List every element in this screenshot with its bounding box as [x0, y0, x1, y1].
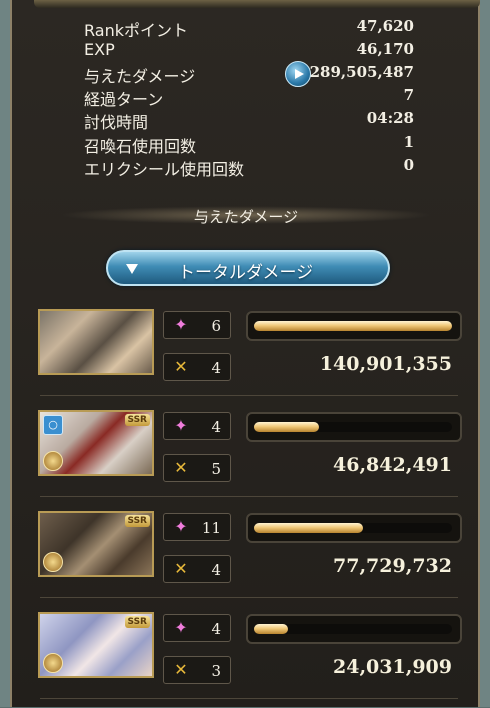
stat-value: 1 [403, 133, 414, 151]
row-divider [40, 395, 458, 396]
stat-value: 46,170 [356, 40, 414, 58]
character-row: ○ SSR ✦ 4 ✕ 5 46,842,491 [36, 410, 466, 506]
attack-count-box: ✕ 4 [163, 555, 231, 583]
attack-count-box: ✕ 5 [163, 454, 231, 482]
damage-bar [246, 614, 462, 644]
attack-count-box: ✕ 4 [163, 353, 231, 381]
damage-bar-fill [254, 321, 452, 331]
sparkle-icon: ✦ [174, 315, 188, 334]
skill-count-box: ✦ 4 [163, 614, 231, 642]
damage-value: 140,901,355 [319, 353, 452, 375]
section-header: 与えたダメージ [60, 206, 432, 226]
stat-exp: EXP 46,170 [84, 40, 414, 62]
sparkle-icon: ✦ [174, 517, 188, 536]
stat-damage-dealt: 与えたダメージ 289,505,487 [84, 63, 414, 86]
stat-label: エリクシール使用回数 [84, 160, 245, 179]
ssr-badge: SSR [124, 515, 150, 527]
ssr-badge: SSR [124, 616, 150, 628]
crossed-swords-icon: ✕ [174, 458, 188, 477]
stat-rank-points: Rankポイント 47,620 [84, 17, 414, 40]
sparkle-icon: ✦ [174, 416, 188, 435]
stat-label: 与えたダメージ [84, 67, 196, 86]
skill-count: 4 [211, 418, 221, 436]
stat-label: 討伐時間 [84, 113, 149, 132]
stat-label: 召喚石使用回数 [84, 137, 197, 156]
attack-count-box: ✕ 3 [163, 656, 231, 684]
damage-value: 46,842,491 [333, 454, 452, 476]
attack-count: 5 [211, 460, 221, 478]
character-portrait[interactable]: ○ SSR [38, 410, 154, 476]
element-icon [43, 653, 63, 673]
character-row: SSR ✦ 4 ✕ 3 24,031,909 [36, 612, 466, 708]
damage-value: 24,031,909 [333, 656, 452, 678]
stat-value: 47,620 [356, 17, 414, 35]
attack-count: 3 [211, 662, 221, 680]
row-divider [40, 597, 458, 598]
attack-count: 4 [211, 359, 221, 377]
element-icon [43, 451, 63, 471]
stat-label: 経過ターン [84, 90, 164, 109]
stat-time: 討伐時間 04:28 [84, 109, 414, 132]
row-divider [40, 496, 458, 497]
stat-label: Rankポイント [84, 21, 188, 40]
damage-bar-fill [254, 523, 363, 533]
total-damage-dropdown[interactable]: トータルダメージ [106, 250, 390, 286]
ssr-badge: SSR [124, 414, 150, 426]
skill-count: 6 [211, 317, 221, 335]
sparkle-icon: ✦ [174, 618, 188, 637]
ring-badge-icon: ○ [43, 415, 63, 435]
skill-count-box: ✦ 4 [163, 412, 231, 440]
element-icon [43, 552, 63, 572]
damage-bar [246, 412, 462, 442]
character-portrait[interactable]: SSR [38, 612, 154, 678]
character-row: SSR ✦ 11 ✕ 4 77,729,732 [36, 511, 466, 607]
skill-count-box: ✦ 11 [163, 513, 231, 541]
stat-summon-uses: 召喚石使用回数 1 [84, 133, 414, 156]
section-title: 与えたダメージ [193, 208, 299, 226]
stat-turns: 経過ターン 7 [84, 86, 414, 109]
damage-bar-fill [254, 624, 288, 634]
stat-value: 289,505,487 [309, 63, 414, 81]
damage-bar [246, 311, 462, 341]
damage-detail-play-icon[interactable] [285, 61, 311, 87]
character-portrait[interactable] [38, 309, 154, 375]
stat-value: 7 [403, 86, 414, 104]
crossed-swords-icon: ✕ [174, 660, 188, 679]
stat-elixir-uses: エリクシール使用回数 0 [84, 156, 414, 179]
stat-value: 0 [403, 156, 414, 174]
damage-value: 77,729,732 [333, 555, 452, 577]
stat-label: EXP [84, 40, 115, 59]
crossed-swords-icon: ✕ [174, 559, 188, 578]
skill-count: 4 [211, 620, 221, 638]
stat-value: 04:28 [366, 109, 414, 127]
crossed-swords-icon: ✕ [174, 357, 188, 376]
damage-bar-fill [254, 422, 319, 432]
attack-count: 4 [211, 561, 221, 579]
skill-count: 11 [201, 519, 221, 537]
dropdown-label: トータルダメージ [178, 263, 314, 283]
row-divider [40, 698, 458, 699]
character-row: ✦ 6 ✕ 4 140,901,355 [36, 309, 466, 405]
damage-bar [246, 513, 462, 543]
panel-top-ornament [34, 0, 480, 8]
character-portrait[interactable]: SSR [38, 511, 154, 577]
dropdown-triangle-icon [126, 264, 138, 274]
skill-count-box: ✦ 6 [163, 311, 231, 339]
